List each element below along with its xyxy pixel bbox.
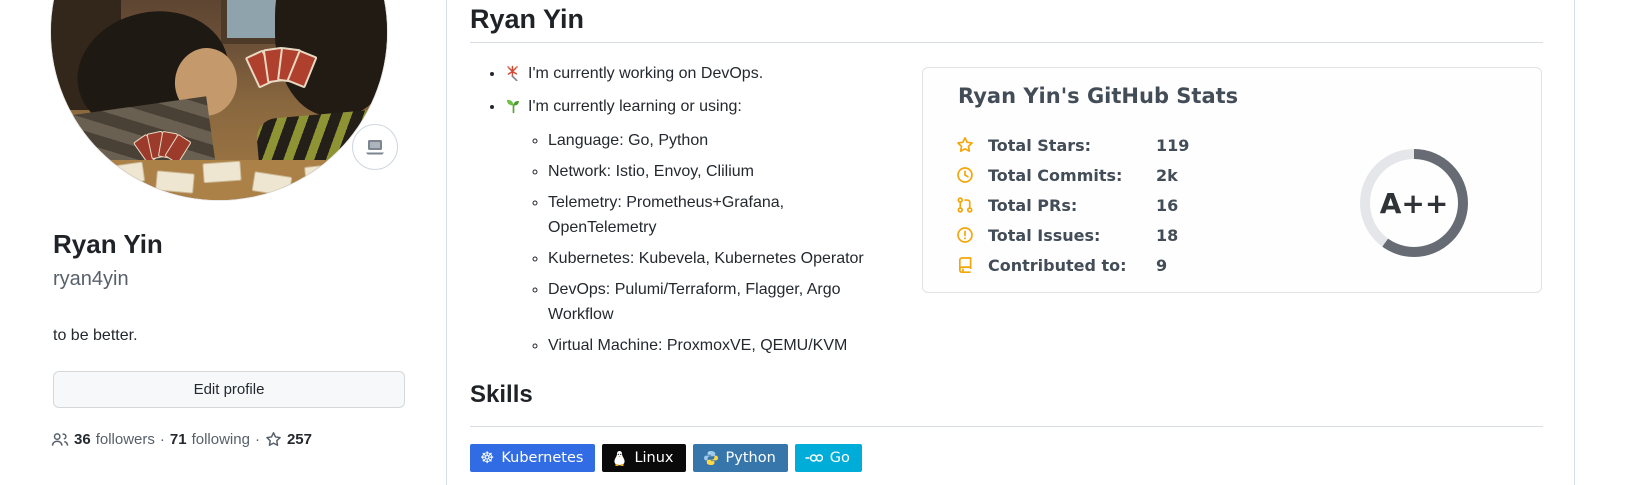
- followers-label[interactable]: followers: [96, 431, 155, 448]
- stat-value: 119: [1156, 136, 1189, 155]
- seedling-icon: [505, 97, 522, 122]
- profile-bio: to be better.: [53, 324, 138, 347]
- badge-python[interactable]: Python: [693, 444, 788, 472]
- issue-icon: [956, 226, 974, 244]
- badge-label: Kubernetes: [501, 450, 583, 466]
- sidebar-divider: [446, 0, 447, 485]
- stat-label: Total Commits:: [988, 166, 1156, 185]
- stat-label: Contributed to:: [988, 256, 1156, 275]
- github-profile-page: Ryan Yin ryan4yin to be better. Edit pro…: [0, 0, 1641, 485]
- readme-heading: Ryan Yin: [470, 2, 584, 36]
- readme-item-text: I'm currently learning or using:: [528, 98, 742, 115]
- rank-grade: A++: [1370, 159, 1458, 247]
- page-right-border: [1574, 0, 1575, 485]
- following-count[interactable]: 71: [170, 431, 187, 448]
- python-icon: [703, 450, 719, 466]
- go-icon: [805, 452, 823, 464]
- github-stats-card: Ryan Yin's GitHub Stats Total Stars: 119…: [922, 67, 1542, 293]
- badge-linux[interactable]: Linux: [602, 444, 685, 472]
- stat-row: Total Stars: 119: [956, 130, 1189, 160]
- readme-subitem: Virtual Machine: ProxmoxVE, QEMU/KVM: [548, 333, 882, 358]
- skills-badges: ☸ Kubernetes Linux Python: [470, 444, 862, 472]
- skills-heading: Skills: [470, 380, 533, 410]
- badge-kubernetes[interactable]: ☸ Kubernetes: [470, 444, 595, 472]
- stat-label: Total Issues:: [988, 226, 1156, 245]
- badge-label: Go: [830, 450, 850, 466]
- stat-value: 9: [1156, 256, 1167, 275]
- readme-subitem: Telemetry: Prometheus+Grafana, OpenTelem…: [548, 190, 882, 240]
- star-icon: [956, 136, 974, 154]
- badge-label: Python: [726, 450, 776, 466]
- kubernetes-icon: ☸: [480, 450, 494, 466]
- avatar-art-card: [202, 161, 241, 184]
- readme-item: I'm currently working on DevOps.: [505, 61, 882, 89]
- stats-rows: Total Stars: 119 Total Commits: 2k Total…: [956, 130, 1189, 280]
- badge-go[interactable]: Go: [795, 444, 862, 472]
- readme-subitem: Network: Istio, Envoy, Clilium: [548, 159, 882, 184]
- readme-subitem: DevOps: Pulumi/Terraform, Flagger, Argo …: [548, 277, 882, 327]
- readme-subitem: Kubernetes: Kubevela, Kubernetes Operato…: [548, 246, 882, 271]
- stat-value: 16: [1156, 196, 1178, 215]
- followers-count[interactable]: 36: [74, 431, 91, 448]
- readme-list: I'm currently working on DevOps. I'm cur…: [470, 56, 882, 364]
- avatar-art-card: [155, 170, 195, 193]
- readme-subitem: Language: Go, Python: [548, 128, 882, 153]
- stat-row: Contributed to: 9: [956, 250, 1189, 280]
- fireworks-icon: [505, 64, 522, 89]
- star-icon: [265, 431, 282, 448]
- following-label[interactable]: following: [192, 431, 250, 448]
- readme-item: I'm currently learning or using: Languag…: [505, 94, 882, 358]
- badge-label: Linux: [634, 450, 673, 466]
- starred-count[interactable]: 257: [287, 431, 312, 448]
- stat-label: Total PRs:: [988, 196, 1156, 215]
- status-badge[interactable]: [352, 124, 398, 170]
- stat-row: Total Commits: 2k: [956, 160, 1189, 190]
- rank-circle: A++: [1360, 149, 1468, 257]
- stat-row: Total Issues: 18: [956, 220, 1189, 250]
- separator-dot: ·: [160, 431, 165, 448]
- skills-title-rule: [470, 426, 1543, 427]
- readme-item-text: I'm currently working on DevOps.: [528, 65, 763, 82]
- laptop-icon: [363, 135, 387, 159]
- edit-profile-button[interactable]: Edit profile: [53, 371, 405, 408]
- stat-value: 2k: [1156, 166, 1178, 185]
- pull-request-icon: [956, 196, 974, 214]
- linux-icon: [612, 450, 627, 467]
- stat-value: 18: [1156, 226, 1178, 245]
- stat-label: Total Stars:: [988, 136, 1156, 155]
- stats-card-title: Ryan Yin's GitHub Stats: [958, 84, 1238, 108]
- commits-icon: [956, 166, 974, 184]
- stat-row: Total PRs: 16: [956, 190, 1189, 220]
- follow-stats-row: 36 followers · 71 following · 257: [51, 431, 312, 448]
- profile-name: Ryan Yin: [53, 228, 163, 261]
- people-icon: [51, 431, 69, 448]
- readme-title-rule: [470, 42, 1543, 43]
- profile-avatar[interactable]: [51, 0, 387, 200]
- repo-icon: [956, 256, 974, 274]
- separator-dot: ·: [255, 431, 260, 448]
- profile-username: ryan4yin: [53, 266, 129, 292]
- avatar-art-card: [304, 163, 344, 187]
